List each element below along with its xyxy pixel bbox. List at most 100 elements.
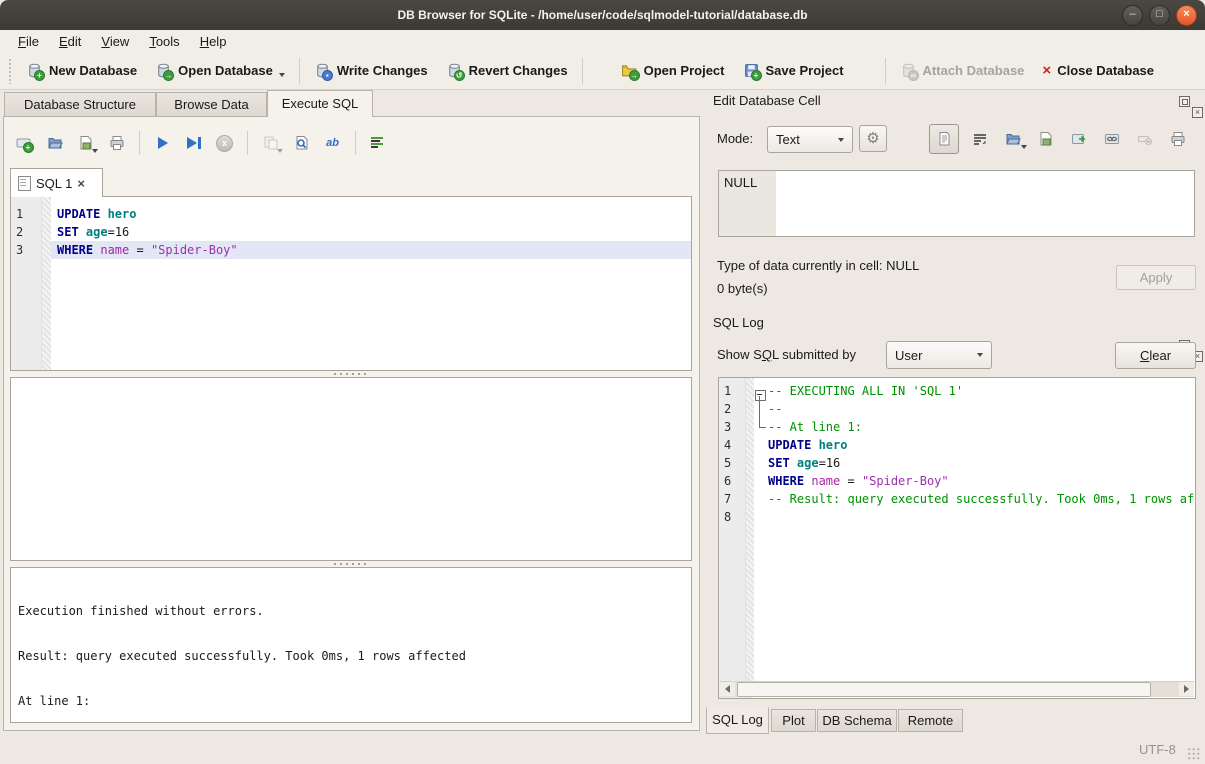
message-line: Result: query executed successfully. Too… bbox=[18, 649, 684, 664]
menu-tools[interactable]: Tools bbox=[139, 32, 189, 51]
close-database-button[interactable]: × Close Database bbox=[1033, 58, 1163, 83]
bottom-tab-sql-log[interactable]: SQL Log bbox=[706, 707, 769, 734]
chevron-down-icon bbox=[838, 138, 844, 142]
splitter-handle[interactable] bbox=[310, 371, 390, 376]
text-mode-button[interactable] bbox=[929, 124, 959, 154]
execute-line-button[interactable] bbox=[180, 130, 207, 157]
filter-label: Show SQL submitted by bbox=[717, 347, 856, 362]
close-panel-icon[interactable]: × bbox=[1192, 107, 1203, 118]
title-bar[interactable]: DB Browser for SQLite - /home/user/code/… bbox=[0, 0, 1205, 30]
log-line: 2 -- bbox=[719, 400, 1195, 418]
save-project-icon: + bbox=[743, 62, 760, 79]
bottom-tab-plot[interactable]: Plot bbox=[771, 709, 816, 732]
editor-line[interactable]: 2 SET age=16 bbox=[11, 223, 691, 241]
sql-1-tab[interactable]: SQL 1 × bbox=[10, 168, 103, 197]
bottom-tab-remote[interactable]: Remote bbox=[898, 709, 963, 732]
scrollbar-thumb[interactable] bbox=[737, 682, 1151, 697]
apply-button: Apply bbox=[1116, 265, 1196, 290]
menu-file[interactable]: File bbox=[8, 32, 49, 51]
open-database-button[interactable]: → Open Database bbox=[146, 57, 294, 84]
new-sql-tab-button[interactable]: + bbox=[10, 130, 37, 157]
log-line: 8 bbox=[719, 508, 1195, 526]
log-line: 4 UPDATE hero bbox=[719, 436, 1195, 454]
open-project-button[interactable]: → Open Project bbox=[612, 57, 734, 84]
results-grid[interactable] bbox=[10, 377, 692, 561]
open-file-icon bbox=[47, 135, 63, 151]
export-data-button[interactable] bbox=[1034, 127, 1058, 151]
save-project-button[interactable]: + Save Project bbox=[734, 57, 853, 84]
find-button[interactable] bbox=[288, 130, 315, 157]
execution-messages[interactable]: Execution finished without errors. Resul… bbox=[10, 567, 692, 723]
attach-database-button: ∞ Attach Database bbox=[891, 57, 1034, 84]
tab-browse-data[interactable]: Browse Data bbox=[156, 92, 267, 117]
open-database-dropdown-icon[interactable] bbox=[279, 73, 285, 77]
toolbar-separator bbox=[139, 131, 140, 155]
open-in-app-button[interactable] bbox=[1067, 127, 1091, 151]
maximize-icon: □ bbox=[1156, 8, 1163, 20]
chevron-down-icon bbox=[977, 353, 983, 357]
menu-edit[interactable]: Edit bbox=[49, 32, 91, 51]
toolbar-separator bbox=[355, 131, 356, 155]
float-panel-icon[interactable] bbox=[1179, 96, 1190, 107]
maximize-button[interactable]: □ bbox=[1149, 5, 1170, 26]
edit-cell-title: Edit Database Cell bbox=[713, 93, 821, 108]
cell-editor-toolbar bbox=[929, 124, 1190, 154]
import-data-button[interactable] bbox=[1001, 127, 1025, 151]
auto-complete-button[interactable]: ab bbox=[319, 130, 346, 157]
tab-database-structure[interactable]: Database Structure bbox=[4, 92, 156, 117]
open-database-icon: → bbox=[155, 62, 172, 79]
cell-type-info: Type of data currently in cell: NULL bbox=[717, 258, 919, 273]
sql-log-view[interactable]: 1 -- EXECUTING ALL IN 'SQL 1' 2 -- 3 -- … bbox=[718, 377, 1196, 699]
log-filter-select[interactable]: User bbox=[886, 341, 992, 369]
sql-editor[interactable]: 1 UPDATE hero 2 SET age=16 3 WHERE name … bbox=[10, 196, 692, 371]
clear-log-button[interactable]: Clear bbox=[1115, 342, 1196, 369]
word-wrap-icon bbox=[972, 131, 988, 147]
open-sql-file-button[interactable] bbox=[41, 130, 68, 157]
execute-all-icon bbox=[158, 137, 168, 149]
new-database-button[interactable]: + New Database bbox=[17, 57, 146, 84]
print-cell-button[interactable] bbox=[1166, 127, 1190, 151]
menu-view[interactable]: View bbox=[91, 32, 139, 51]
print-icon bbox=[1170, 131, 1186, 147]
toolbar-drag-handle[interactable] bbox=[8, 58, 13, 84]
window-controls: – □ × bbox=[1122, 5, 1197, 26]
minimize-button[interactable]: – bbox=[1122, 5, 1143, 26]
save-sql-file-button[interactable] bbox=[72, 130, 99, 157]
cell-size-info: 0 byte(s) bbox=[717, 281, 768, 296]
bottom-tab-db-schema[interactable]: DB Schema bbox=[817, 709, 897, 732]
close-button[interactable]: × bbox=[1176, 5, 1197, 26]
mode-select[interactable]: Text bbox=[767, 126, 853, 153]
main-toolbar: + New Database → Open Database ▪ Write C… bbox=[0, 52, 1205, 90]
scroll-left-icon[interactable] bbox=[720, 682, 735, 696]
format-sql-button[interactable] bbox=[365, 130, 392, 157]
copy-icon bbox=[263, 135, 279, 151]
import-settings-button[interactable]: ⚙ bbox=[859, 125, 887, 152]
open-external-icon bbox=[1071, 131, 1087, 147]
print-button[interactable] bbox=[103, 130, 130, 157]
splitter-handle[interactable] bbox=[310, 561, 390, 566]
tab-execute-sql[interactable]: Execute SQL bbox=[267, 90, 373, 117]
cell-value-editor[interactable]: NULL bbox=[718, 170, 1195, 237]
editor-line[interactable]: 1 UPDATE hero bbox=[11, 205, 691, 223]
auto-complete-icon: ab bbox=[326, 137, 339, 149]
sql-toolbar: + x bbox=[10, 128, 392, 158]
close-icon: × bbox=[1183, 8, 1189, 20]
new-database-icon: + bbox=[26, 62, 43, 79]
menu-help[interactable]: Help bbox=[190, 32, 237, 51]
execute-all-button[interactable] bbox=[149, 130, 176, 157]
app-window: DB Browser for SQLite - /home/user/code/… bbox=[0, 0, 1205, 764]
close-tab-icon[interactable]: × bbox=[77, 176, 85, 191]
horizontal-scrollbar[interactable] bbox=[720, 681, 1194, 697]
resize-grip[interactable] bbox=[1187, 747, 1201, 761]
revert-changes-button[interactable]: ↺ Revert Changes bbox=[437, 57, 577, 84]
editor-line-current[interactable]: 3 WHERE name = "Spider-Boy" bbox=[11, 241, 691, 259]
copy-link-button[interactable] bbox=[1100, 127, 1124, 151]
minimize-icon: – bbox=[1129, 8, 1135, 20]
execute-line-icon bbox=[187, 137, 197, 149]
word-wrap-button[interactable] bbox=[968, 127, 992, 151]
close-database-icon: × bbox=[1042, 64, 1051, 78]
toolbar-separator bbox=[582, 58, 583, 84]
scroll-right-icon[interactable] bbox=[1179, 682, 1194, 696]
find-icon bbox=[294, 135, 310, 151]
write-changes-button[interactable]: ▪ Write Changes bbox=[305, 57, 437, 84]
